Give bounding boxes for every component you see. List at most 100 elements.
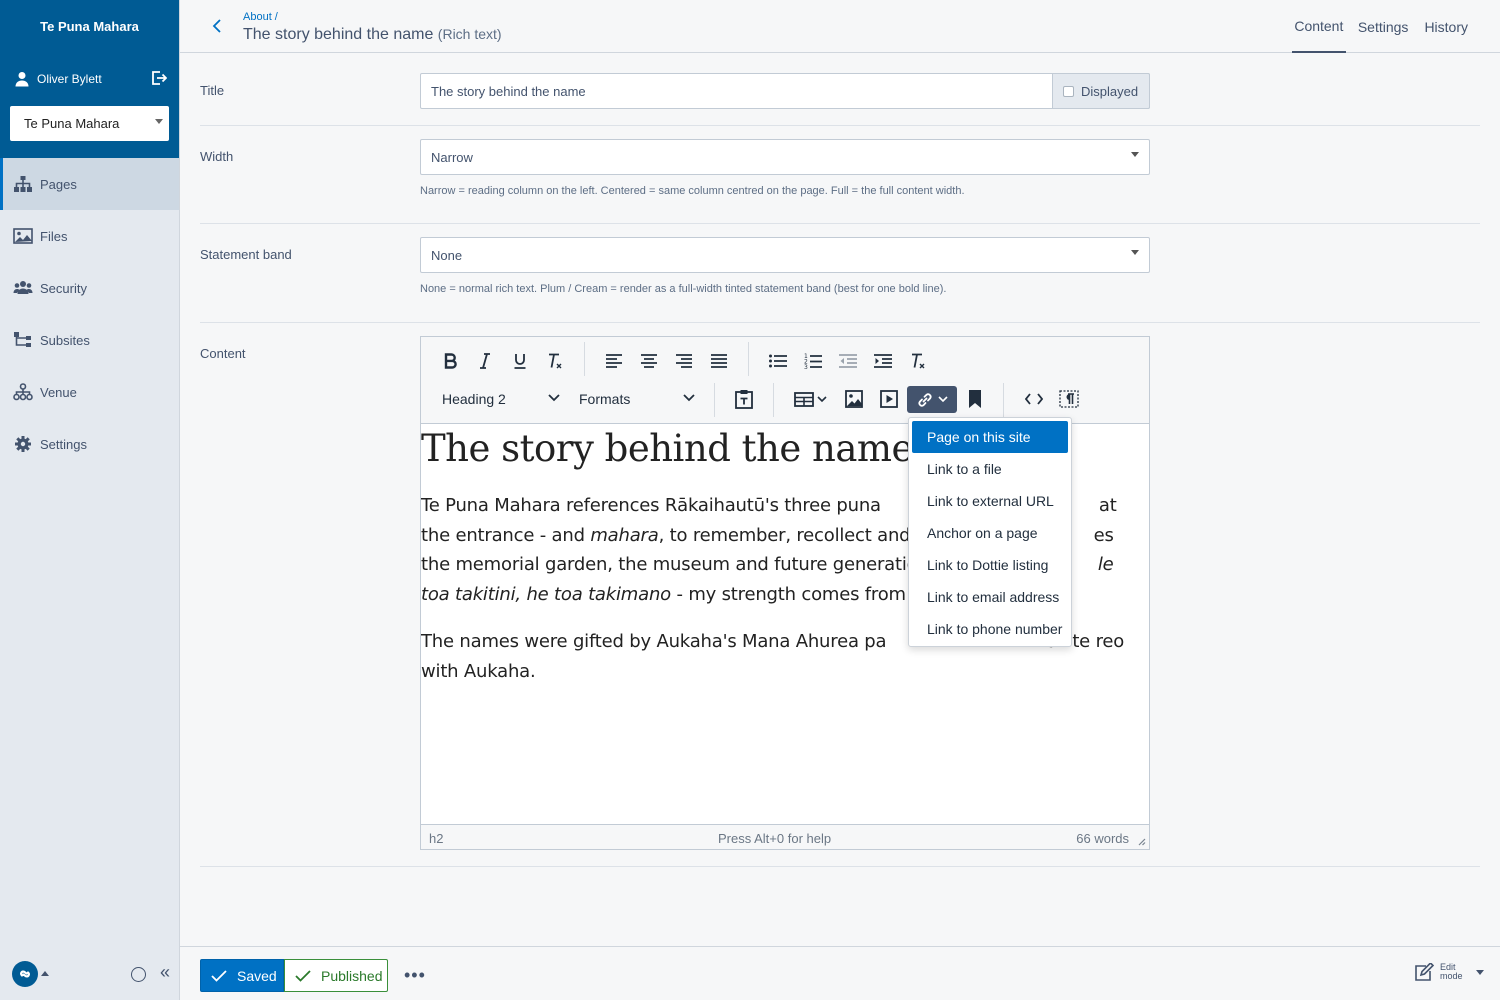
- visual-chars-button[interactable]: [1055, 386, 1083, 412]
- menu-item-email[interactable]: Link to email address: [912, 581, 1068, 613]
- sitetree-icon: [14, 176, 32, 192]
- width-select[interactable]: Narrow: [420, 139, 1150, 175]
- publish-button[interactable]: Published: [284, 959, 388, 992]
- formats-select[interactable]: Formats: [579, 386, 695, 412]
- media-icon: [880, 390, 898, 408]
- outdent-button[interactable]: [834, 348, 862, 374]
- paragraph-text: - my strength comes from ma: [670, 583, 940, 605]
- back-arrow-icon[interactable]: [210, 18, 224, 34]
- edit-mode-toggle[interactable]: Edit mode: [1414, 963, 1484, 981]
- subsite-select[interactable]: Te Puna Mahara: [10, 106, 169, 141]
- paragraph-text: mahara: [590, 524, 659, 546]
- title-input-value: The story behind the name: [431, 83, 586, 99]
- paragraph-text: , to remember, recollect and re: [658, 524, 934, 546]
- table-button[interactable]: [791, 386, 831, 412]
- sidebar-item-venue[interactable]: Venue: [0, 366, 179, 418]
- circle-icon[interactable]: [131, 967, 146, 982]
- underline-button[interactable]: [506, 348, 534, 374]
- source-code-button[interactable]: [1020, 386, 1048, 412]
- align-justify-button[interactable]: [705, 348, 733, 374]
- subsite-select-value: Te Puna Mahara: [24, 116, 120, 131]
- editor-toolbar: 123 Heading 2 Formats: [421, 337, 1149, 424]
- title-input[interactable]: The story behind the name Displayed: [420, 73, 1150, 109]
- numbered-list-icon: 123: [804, 353, 822, 369]
- code-icon: [1025, 393, 1043, 405]
- displayed-checkbox[interactable]: Displayed: [1052, 73, 1150, 109]
- block-format-select[interactable]: Heading 2: [442, 386, 560, 412]
- bold-icon: [444, 353, 457, 369]
- width-field: Width Narrow Narrow = reading column on …: [200, 126, 1480, 224]
- remove-format-button[interactable]: [904, 348, 932, 374]
- caret-up-icon[interactable]: [41, 971, 49, 976]
- logout-icon[interactable]: [151, 70, 167, 86]
- insert-link-button[interactable]: [907, 386, 957, 413]
- strikethrough-button[interactable]: [541, 348, 569, 374]
- statement-select[interactable]: None: [420, 237, 1150, 273]
- menu-item-dottie-listing[interactable]: Link to Dottie listing: [912, 549, 1068, 581]
- width-help: Narrow = reading column on the left. Cen…: [420, 185, 965, 197]
- sidebar-item-subsites[interactable]: Subsites: [0, 314, 179, 366]
- resize-handle-icon[interactable]: [1137, 837, 1146, 846]
- menu-item-anchor[interactable]: Anchor on a page: [912, 517, 1068, 549]
- anchor-button[interactable]: [961, 386, 989, 412]
- italic-button[interactable]: [471, 348, 499, 374]
- italic-icon: [480, 353, 490, 369]
- toolbar-divider: [714, 383, 715, 417]
- align-right-button[interactable]: [670, 348, 698, 374]
- save-button[interactable]: Saved: [200, 959, 284, 992]
- align-center-button[interactable]: [635, 348, 663, 374]
- page-header: About / The story behind the name (Rich …: [180, 0, 1500, 53]
- checkbox-icon: [1063, 85, 1074, 97]
- user-profile-link[interactable]: Oliver Bylett: [10, 52, 169, 106]
- chevron-down-icon: [155, 119, 163, 124]
- sidebar-item-settings[interactable]: Settings: [0, 418, 179, 470]
- subsites-icon: [14, 332, 31, 347]
- chevron-down-icon: [1131, 152, 1139, 157]
- users-icon: [13, 281, 33, 294]
- editor-help-text: Press Alt+0 for help: [718, 831, 832, 846]
- bullet-list-button[interactable]: [764, 348, 792, 374]
- element-path[interactable]: h2: [429, 831, 443, 846]
- paragraph-text: Te Puna Mahara references Rākaihautū's t…: [421, 495, 881, 516]
- silverstripe-logo-icon[interactable]: [12, 960, 38, 987]
- sidebar-item-security[interactable]: Security: [0, 262, 179, 314]
- menu-item-link-file[interactable]: Link to a file: [912, 453, 1068, 485]
- chevron-down-icon: [938, 396, 948, 403]
- page-type: (Rich text): [437, 26, 502, 42]
- sidebar: Te Puna Mahara Oliver Bylett Te Puna Mah…: [0, 0, 180, 1000]
- align-left-icon: [606, 354, 622, 368]
- indent-button[interactable]: [869, 348, 897, 374]
- more-options-button[interactable]: •••: [404, 965, 426, 986]
- bullet-list-icon: [769, 354, 787, 368]
- main-nav: Pages Files Security Subsites Venue Sett…: [0, 158, 179, 470]
- site-brand[interactable]: Te Puna Mahara: [0, 0, 179, 52]
- menu-item-external-url[interactable]: Link to external URL: [912, 485, 1068, 517]
- insert-image-button[interactable]: [840, 386, 868, 412]
- bold-button[interactable]: [437, 348, 465, 374]
- clear-style-icon: [549, 353, 562, 369]
- menu-item-phone[interactable]: Link to phone number: [912, 613, 1068, 645]
- table-icon: [794, 392, 827, 407]
- chevron-down-icon: [683, 394, 695, 402]
- word-count[interactable]: 66 words: [1076, 831, 1129, 846]
- breadcrumb[interactable]: About /: [243, 11, 278, 23]
- paste-text-button[interactable]: [730, 386, 758, 412]
- image-icon: [845, 390, 863, 408]
- link-dropdown-menu: Page on this site Link to a file Link to…: [908, 417, 1072, 647]
- title-label: Title: [200, 83, 225, 98]
- tab-history[interactable]: History: [1416, 0, 1476, 53]
- sidebar-item-files[interactable]: Files: [0, 210, 179, 262]
- sidebar-item-pages[interactable]: Pages: [0, 158, 179, 210]
- numbered-list-button[interactable]: 123: [799, 348, 827, 374]
- tab-settings[interactable]: Settings: [1350, 0, 1417, 53]
- insert-media-button[interactable]: [875, 386, 903, 412]
- toolbar-divider: [584, 342, 585, 376]
- statement-help: None = normal rich text. Plum / Cream = …: [420, 283, 947, 295]
- menu-item-page-on-site[interactable]: Page on this site: [912, 421, 1068, 453]
- statement-field: Statement band None None = normal rich t…: [200, 224, 1480, 323]
- align-center-icon: [641, 354, 657, 368]
- tab-content[interactable]: Content: [1291, 0, 1346, 53]
- collapse-sidebar-button[interactable]: «: [160, 962, 170, 983]
- align-left-button[interactable]: [600, 348, 628, 374]
- save-button-label: Saved: [237, 967, 277, 984]
